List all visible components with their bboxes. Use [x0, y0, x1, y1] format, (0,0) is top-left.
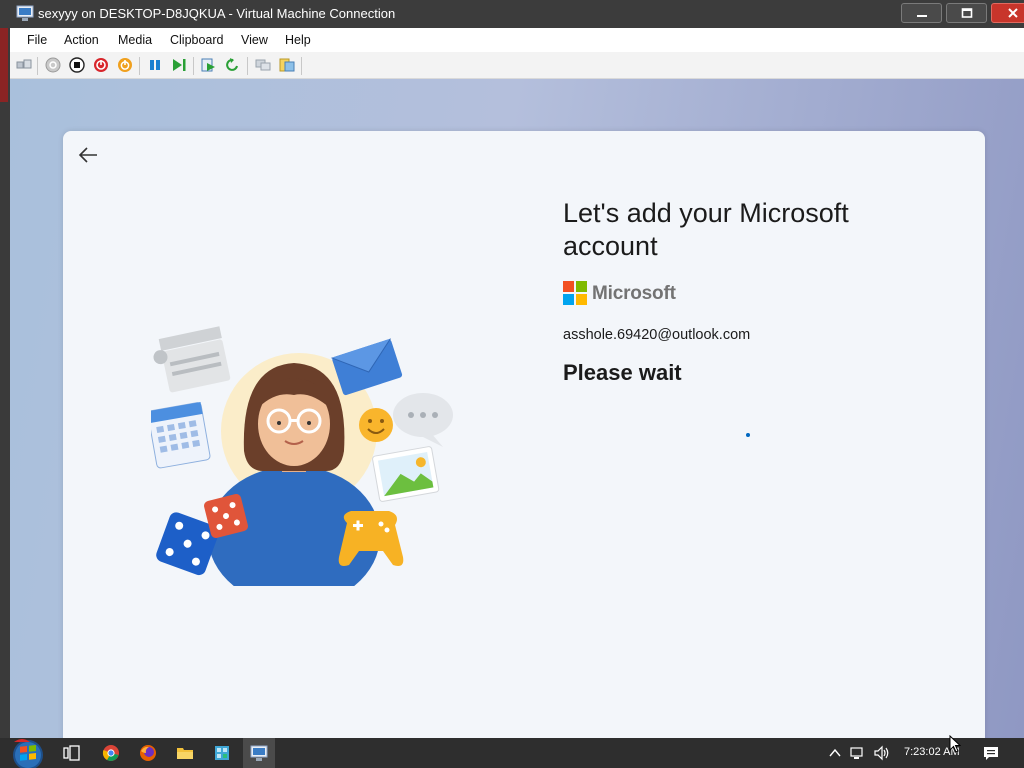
vm-connection-icon — [16, 5, 34, 21]
file-explorer-icon[interactable] — [176, 744, 194, 762]
mouse-cursor-icon — [949, 735, 961, 753]
window-title: sexyyy on DESKTOP-D8JQKUA - Virtual Mach… — [38, 6, 396, 21]
menu-clipboard[interactable]: Clipboard — [170, 33, 224, 47]
menu-view[interactable]: View — [241, 33, 268, 47]
maximize-button[interactable] — [946, 3, 987, 23]
chat-bubble-icon — [393, 393, 453, 447]
shutdown-icon[interactable] — [93, 57, 109, 73]
chrome-icon[interactable] — [102, 744, 120, 762]
enhanced-session-icon[interactable] — [255, 57, 271, 73]
app-icon[interactable] — [213, 744, 231, 762]
revert-icon[interactable] — [225, 57, 241, 73]
vm-display[interactable]: Let's add your Microsoft account Microso… — [10, 79, 1024, 738]
envelope-icon — [331, 338, 403, 396]
chevron-up-icon[interactable] — [827, 745, 843, 761]
checkpoint-icon[interactable] — [201, 57, 217, 73]
start-button[interactable] — [8, 738, 46, 768]
loading-spinner — [746, 433, 750, 437]
page-heading: Let's add your Microsoft account — [563, 198, 849, 261]
menu-help[interactable]: Help — [285, 33, 311, 47]
host-window-edge — [0, 28, 10, 738]
close-icon — [1008, 8, 1018, 18]
photo-icon — [372, 446, 440, 502]
vm-connection-icon — [250, 745, 268, 761]
save-state-icon[interactable] — [117, 57, 133, 73]
back-arrow-icon[interactable] — [77, 145, 99, 165]
share-icon[interactable] — [279, 57, 295, 73]
microsoft-wordmark: Microsoft — [592, 283, 676, 304]
turn-off-icon[interactable] — [69, 57, 85, 73]
volume-icon[interactable] — [874, 745, 890, 761]
microsoft-logo-icon — [563, 281, 587, 305]
resume-icon[interactable] — [171, 57, 187, 73]
menu-bar: File Action Media Clipboard View Help — [10, 28, 1024, 52]
minimize-icon — [916, 15, 927, 17]
task-view-icon[interactable] — [63, 744, 81, 762]
minimize-button[interactable] — [901, 3, 942, 23]
title-bar: sexyyy on DESKTOP-D8JQKUA - Virtual Mach… — [0, 0, 1024, 28]
menu-media[interactable]: Media — [118, 33, 152, 47]
pause-icon[interactable] — [147, 57, 163, 73]
smiley-icon — [359, 408, 393, 442]
calendar-icon — [151, 402, 211, 469]
account-email: asshole.69420@outlook.com — [563, 327, 751, 343]
taskbar: 7:23:02 AM — [0, 738, 1024, 768]
ctrl-alt-del-icon[interactable] — [16, 57, 32, 73]
start-icon[interactable] — [45, 57, 61, 73]
welcome-illustration — [151, 326, 453, 586]
menu-file[interactable]: File — [27, 33, 47, 47]
maximize-icon — [961, 8, 972, 18]
toolbar — [10, 52, 1024, 79]
action-center-icon[interactable] — [983, 745, 999, 761]
menu-action[interactable]: Action — [64, 33, 99, 47]
clapperboard-icon — [153, 326, 231, 393]
vm-connection-taskbar-button[interactable] — [243, 738, 275, 768]
oobe-card: Let's add your Microsoft account Microso… — [63, 131, 985, 738]
status-text: Please wait — [563, 360, 682, 385]
network-icon[interactable] — [850, 745, 866, 761]
close-button[interactable] — [991, 3, 1024, 23]
firefox-icon[interactable] — [139, 744, 157, 762]
